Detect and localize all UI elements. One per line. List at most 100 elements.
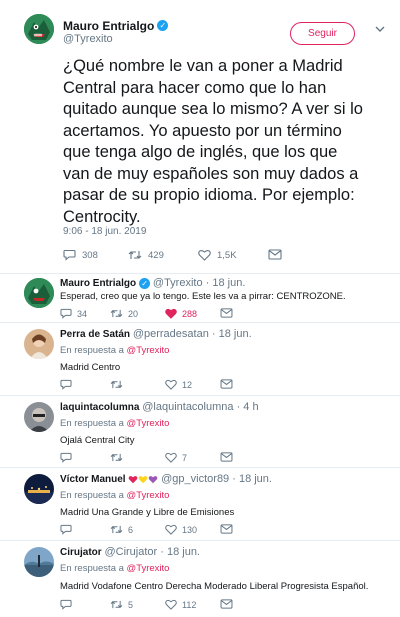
- reply-author-name[interactable]: Mauro Entrialgo: [60, 278, 136, 289]
- reply-tweet[interactable]: Perra de Satán @perradesatan · 18 jun. E…: [0, 323, 400, 395]
- retweet-icon: [110, 453, 123, 462]
- like-count: 130: [182, 524, 198, 535]
- like-button[interactable]: 288: [165, 308, 197, 319]
- reply-tweet[interactable]: Cirujator @Cirujator · 18 jun. En respue…: [0, 541, 400, 617]
- reply-header: Perra de Satán @perradesatan · 18 jun.: [60, 328, 252, 340]
- reply-button[interactable]: [60, 452, 77, 463]
- reply-tweet[interactable]: laquintacolumna @laquintacolumna · 4 h E…: [0, 396, 400, 467]
- avatar[interactable]: [24, 329, 54, 359]
- message-button[interactable]: [220, 379, 238, 389]
- in-reply-prefix: En respuesta a: [60, 563, 124, 574]
- reply-text: Madrid Centro: [60, 362, 121, 373]
- message-button[interactable]: [220, 599, 238, 609]
- tweet-text: ¿Qué nombre le van a poner a Madrid Cent…: [63, 57, 363, 226]
- retweet-count: 5: [128, 599, 134, 610]
- reply-button[interactable]: [60, 524, 77, 535]
- message-button[interactable]: [220, 452, 238, 462]
- reply-author-name[interactable]: Víctor Manuel: [60, 474, 126, 485]
- reply-actions: 34 20 288: [60, 308, 320, 322]
- author-name[interactable]: Mauro Entrialgo: [63, 19, 154, 33]
- like-count: 12: [182, 379, 193, 390]
- retweet-icon: [110, 600, 123, 609]
- reply-author-name[interactable]: Perra de Satán: [60, 329, 130, 340]
- in-reply-to: En respuesta a @Tyrexito: [60, 418, 169, 429]
- mention-link[interactable]: @Tyrexito: [127, 490, 170, 501]
- avatar[interactable]: [24, 278, 54, 308]
- avatar[interactable]: [24, 14, 54, 44]
- in-reply-to: En respuesta a @Tyrexito: [60, 563, 169, 574]
- like-count: 7: [182, 452, 188, 463]
- avatar[interactable]: [24, 402, 54, 432]
- retweet-icon: [110, 309, 123, 318]
- reply-text: Esperad, creo que ya lo tengo. Este les …: [60, 291, 346, 302]
- like-button[interactable]: 1,5K: [198, 249, 237, 261]
- heart-icon: [165, 599, 177, 610]
- follow-button[interactable]: Seguir: [290, 22, 355, 45]
- reply-author-name[interactable]: laquintacolumna: [60, 402, 139, 413]
- tweet-actions: 308 429 1,5K: [63, 249, 383, 265]
- reply-author-handle[interactable]: @laquintacolumna · 4 h: [142, 401, 258, 413]
- message-button[interactable]: [268, 249, 288, 260]
- retweet-button[interactable]: 6: [110, 524, 133, 535]
- reply-author-handle[interactable]: @gp_victor89 · 18 jun.: [161, 473, 272, 485]
- heart-icon: [198, 249, 211, 261]
- mention-link[interactable]: @Tyrexito: [127, 345, 170, 356]
- reply-text: Madrid Una Grande y Libre de Emisiones: [60, 507, 235, 518]
- tweet-timestamp[interactable]: 9:06 - 18 jun. 2019: [63, 226, 146, 237]
- retweet-icon: [110, 525, 123, 534]
- reply-icon: [60, 308, 72, 319]
- reply-icon: [60, 599, 72, 610]
- mention-link[interactable]: @Tyrexito: [127, 418, 170, 429]
- reply-button[interactable]: [60, 379, 77, 390]
- like-button[interactable]: 130: [165, 524, 197, 535]
- like-button[interactable]: 7: [165, 452, 187, 463]
- reply-header: laquintacolumna @laquintacolumna · 4 h: [60, 401, 259, 413]
- reply-actions: 7: [60, 452, 320, 466]
- reply-author-name[interactable]: Cirujator: [60, 547, 102, 558]
- like-count: 288: [182, 308, 198, 319]
- message-button[interactable]: [220, 308, 238, 318]
- reply-author-handle[interactable]: @Tyrexito · 18 jun.: [153, 277, 245, 289]
- reply-icon: [60, 524, 72, 535]
- mention-link[interactable]: @Tyrexito: [127, 563, 170, 574]
- avatar[interactable]: [24, 547, 54, 577]
- retweet-button[interactable]: [110, 379, 128, 390]
- like-button[interactable]: 12: [165, 379, 192, 390]
- author-handle[interactable]: @Tyrexito: [63, 33, 113, 45]
- envelope-icon: [220, 379, 233, 389]
- in-reply-prefix: En respuesta a: [60, 418, 124, 429]
- reply-button[interactable]: [60, 599, 77, 610]
- like-button[interactable]: 112: [165, 599, 196, 610]
- reply-count: 308: [82, 249, 98, 261]
- envelope-icon: [220, 524, 233, 534]
- retweet-button[interactable]: [110, 452, 128, 463]
- retweet-count: 6: [128, 524, 134, 535]
- reply-button[interactable]: 308: [63, 249, 98, 261]
- emoji-hearts: [128, 474, 161, 485]
- heart-icon: [165, 452, 177, 463]
- reply-tweet[interactable]: Víctor Manuel @gp_victor89 · 18 jun. En …: [0, 468, 400, 540]
- message-button[interactable]: [220, 524, 238, 534]
- reply-author-handle[interactable]: @Cirujator · 18 jun.: [104, 546, 200, 558]
- retweet-button[interactable]: 5: [110, 599, 133, 610]
- red-heart-icon: [129, 475, 138, 484]
- reply-text: Madrid Vodafone Centro Derecha Moderado …: [60, 581, 369, 592]
- retweet-button[interactable]: 20: [110, 308, 138, 319]
- heart-icon: [165, 524, 177, 535]
- reply-actions: 12: [60, 379, 320, 393]
- reply-button[interactable]: 34: [60, 308, 87, 319]
- envelope-icon: [220, 452, 233, 462]
- reply-tweet[interactable]: Mauro Entrialgo ✓ @Tyrexito · 18 jun. Esp…: [0, 274, 400, 322]
- retweet-button[interactable]: 429: [128, 249, 164, 261]
- like-count: 112: [182, 599, 197, 610]
- like-count: 1,5K: [217, 249, 237, 261]
- chevron-down-icon[interactable]: [375, 25, 385, 36]
- retweet-icon: [128, 251, 142, 259]
- heart-icon: [165, 379, 177, 390]
- verified-icon: ✓: [139, 277, 151, 289]
- reply-author-handle[interactable]: @perradesatan · 18 jun.: [133, 328, 252, 340]
- envelope-icon: [220, 599, 233, 609]
- avatar[interactable]: [24, 474, 54, 504]
- reply-icon: [60, 452, 72, 463]
- envelope-icon: [268, 249, 282, 260]
